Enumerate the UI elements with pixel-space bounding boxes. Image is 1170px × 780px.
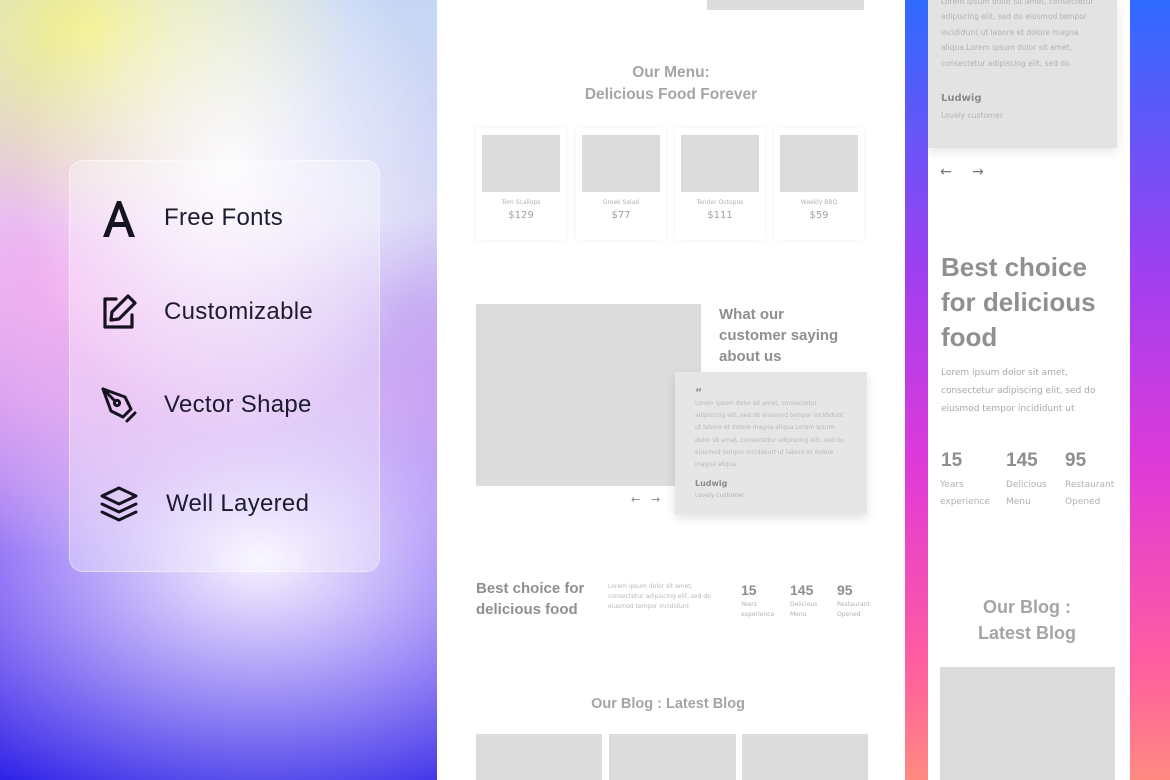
mobile-testimonial-card: Lorem ipsum dolor sit amet, consectetur … [928,0,1117,148]
blog-card-image [609,734,736,780]
best-choice-heading: Best choice for delicious food [476,580,585,618]
stat-number: 15 [941,450,963,471]
blog-card-image [476,734,602,780]
arrow-right-icon[interactable]: → [651,493,660,506]
testimonial-image [476,304,701,486]
mobile-best-body: Lorem ipsum dolor sit amet, consectetur … [941,368,1096,414]
menu-image [582,135,660,192]
menu-card: Tom Scallops $129 [476,128,566,240]
header-block [707,0,864,10]
menu-image [780,135,858,192]
feature-free-fonts: Free Fonts [98,197,283,239]
stat-label: Delicious Menu [1006,480,1047,507]
stat-label: Years experience [940,480,990,507]
feature-card: Free Fonts Customizable Vector Shape Wel… [69,160,380,572]
stat-number: 95 [837,582,853,598]
mobile-blog-heading: Our Blog : Latest Blog [977,597,1076,643]
menu-heading: Our Menu: Delicious Food Forever [584,64,758,103]
menu-card: Weekly BBQ $59 [774,128,864,240]
menu-card: Tender Octopus $111 [675,128,765,240]
feature-label: Vector Shape [164,391,312,418]
stat-label: Delicious Menu [790,601,818,618]
feature-vector-shape: Vector Shape [98,384,312,426]
arrow-left-icon[interactable]: ← [940,164,952,180]
feature-label: Well Layered [166,490,310,517]
blog-heading: Our Blog : Latest Blog [591,696,745,712]
feature-well-layered: Well Layered [98,483,309,525]
pen-tool-icon [98,384,140,426]
stat-number: 145 [790,582,814,598]
layers-icon [98,483,140,525]
stat-number: 95 [1065,450,1087,471]
feature-label: Customizable [164,298,313,325]
stat-label: Restaurant Opened [837,601,870,618]
mobile-blog-image [940,667,1115,780]
feature-label: Free Fonts [164,204,284,231]
feature-customizable: Customizable [98,291,313,333]
best-choice-body: Lorem ipsum dolor sit amet, consectetur … [608,583,711,610]
edit-icon [98,291,140,333]
desktop-page-preview: Our Menu: Delicious Food Forever Tom Sca… [437,0,905,780]
stat-number: 145 [1006,450,1038,471]
arrow-left-icon[interactable]: ← [631,493,640,506]
mobile-best-heading: Best choice for delicious food [941,252,1096,352]
menu-image [482,135,560,192]
stat-label: Restaurant Opened [1065,480,1115,507]
letter-a-icon [98,197,140,239]
menu-image [681,135,759,192]
testimonial-heading: What our customer saying about us [719,306,839,365]
stat-number: 15 [741,582,757,598]
stat-label: Years experience [741,601,775,618]
mobile-quote-body: Lorem ipsum dolor sit amet, consectetur … [941,0,1094,68]
blog-card-image [742,734,868,780]
testimonial-card: “ Lorem ipsum dolor sit amet, consectetu… [675,372,867,514]
menu-card: Greek Salad $77 [576,128,666,240]
arrow-right-icon[interactable]: → [972,164,984,180]
mobile-page-preview: Lorem ipsum dolor sit amet, consectetur … [928,0,1130,780]
